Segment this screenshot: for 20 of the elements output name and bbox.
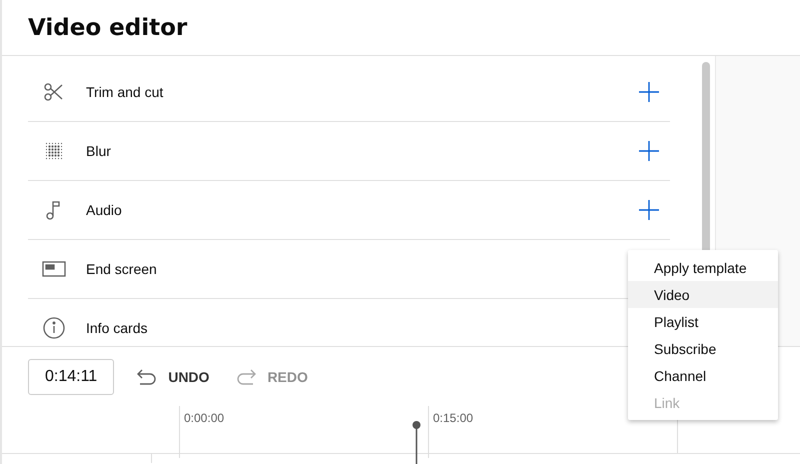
menu-item[interactable]: Subscribe — [628, 335, 778, 362]
menu-item[interactable]: Video — [628, 281, 778, 308]
tool-label: Trim and cut — [86, 84, 164, 100]
time-field[interactable]: 0:14:11 — [28, 358, 114, 394]
time-tick: 0:15:00 — [428, 406, 474, 458]
tool-label: Blur — [86, 143, 112, 159]
add-icon[interactable] — [638, 81, 660, 103]
playhead[interactable] — [412, 420, 422, 464]
redo-icon — [235, 368, 258, 384]
time-tick: 0:00:00 — [179, 406, 224, 458]
undo-icon — [136, 368, 158, 384]
menu-item[interactable]: Apply template — [628, 254, 778, 281]
tool-label: Audio — [86, 202, 123, 218]
menu-item[interactable]: Channel — [628, 362, 778, 389]
page-title: Video editor — [28, 14, 188, 40]
menu-item[interactable]: Playlist — [628, 308, 778, 335]
undo-button[interactable]: UNDO — [132, 364, 214, 388]
add-icon[interactable] — [638, 199, 660, 221]
add-icon[interactable] — [638, 140, 660, 162]
info-icon — [42, 316, 66, 340]
